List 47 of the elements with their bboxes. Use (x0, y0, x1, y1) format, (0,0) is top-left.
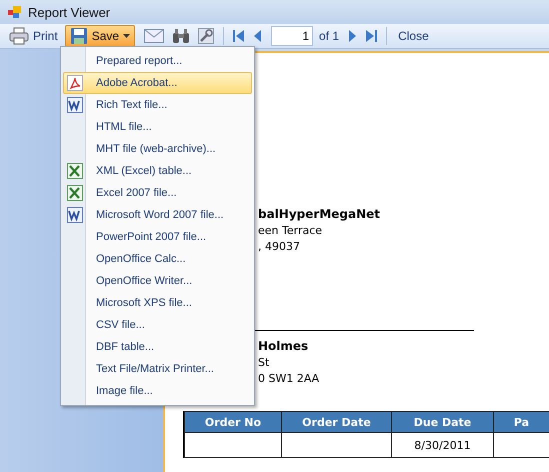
w-letter-icon (67, 97, 83, 113)
wrench-icon (198, 28, 214, 44)
close-button[interactable]: Close (393, 25, 434, 47)
envelope-icon (144, 29, 164, 43)
menu-item[interactable]: CSV file... (63, 314, 252, 336)
printer-icon (9, 27, 29, 45)
last-page-icon (365, 29, 378, 43)
print-button[interactable]: Print (4, 25, 63, 47)
app-icon (8, 5, 22, 19)
address-line: 0 SW1 2AA (258, 372, 320, 385)
menu-item[interactable]: HTML file... (63, 116, 252, 138)
address-line: , 49037 (258, 240, 300, 253)
w-letter-icon (67, 207, 83, 223)
menu-item[interactable]: Rich Text file... (63, 94, 252, 116)
menu-item[interactable]: Adobe Acrobat... (63, 72, 252, 94)
first-page-icon (233, 29, 246, 43)
menu-item[interactable]: MHT file (web-archive)... (63, 138, 252, 160)
page-number-field[interactable]: 1 (271, 26, 314, 46)
menu-item[interactable]: Text File/Matrix Printer... (63, 358, 252, 380)
menu-item[interactable]: Microsoft Word 2007 file... (63, 204, 252, 226)
page-count: of 1 (319, 29, 340, 43)
column-header: Order Date (282, 412, 392, 432)
x-letter-icon (67, 185, 83, 201)
menu-item[interactable]: Microsoft XPS file... (63, 292, 252, 314)
menu-item[interactable]: Excel 2007 file... (63, 182, 252, 204)
name-text: balHyperMegaNet (258, 207, 380, 221)
x-letter-icon (67, 163, 83, 179)
column-header: Pa (494, 412, 549, 432)
previous-icon (253, 29, 262, 43)
window-title: Report Viewer (28, 4, 110, 20)
menu-item[interactable]: PowerPoint 2007 file... (63, 226, 252, 248)
address-line: St (258, 356, 270, 369)
caret-icon (123, 34, 130, 38)
menu-item[interactable]: OpenOffice Writer... (63, 270, 252, 292)
binoculars-icon (172, 28, 190, 44)
menu-item[interactable]: DBF table... (63, 336, 252, 358)
address-line: een Terrace (258, 224, 322, 237)
name-text: Holmes (258, 339, 308, 353)
next-icon (348, 29, 358, 43)
table-cell: 8/30/2011 (392, 432, 494, 458)
column-header: Due Date (392, 412, 494, 432)
menu-item[interactable]: XML (Excel) table... (63, 160, 252, 182)
column-header: Order No (184, 412, 282, 432)
menu-item[interactable]: Image file... (63, 380, 252, 402)
menu-item[interactable]: Prepared report... (63, 50, 252, 72)
save-button[interactable]: Save (64, 25, 136, 47)
menu-item[interactable]: OpenOffice Calc... (63, 248, 252, 270)
